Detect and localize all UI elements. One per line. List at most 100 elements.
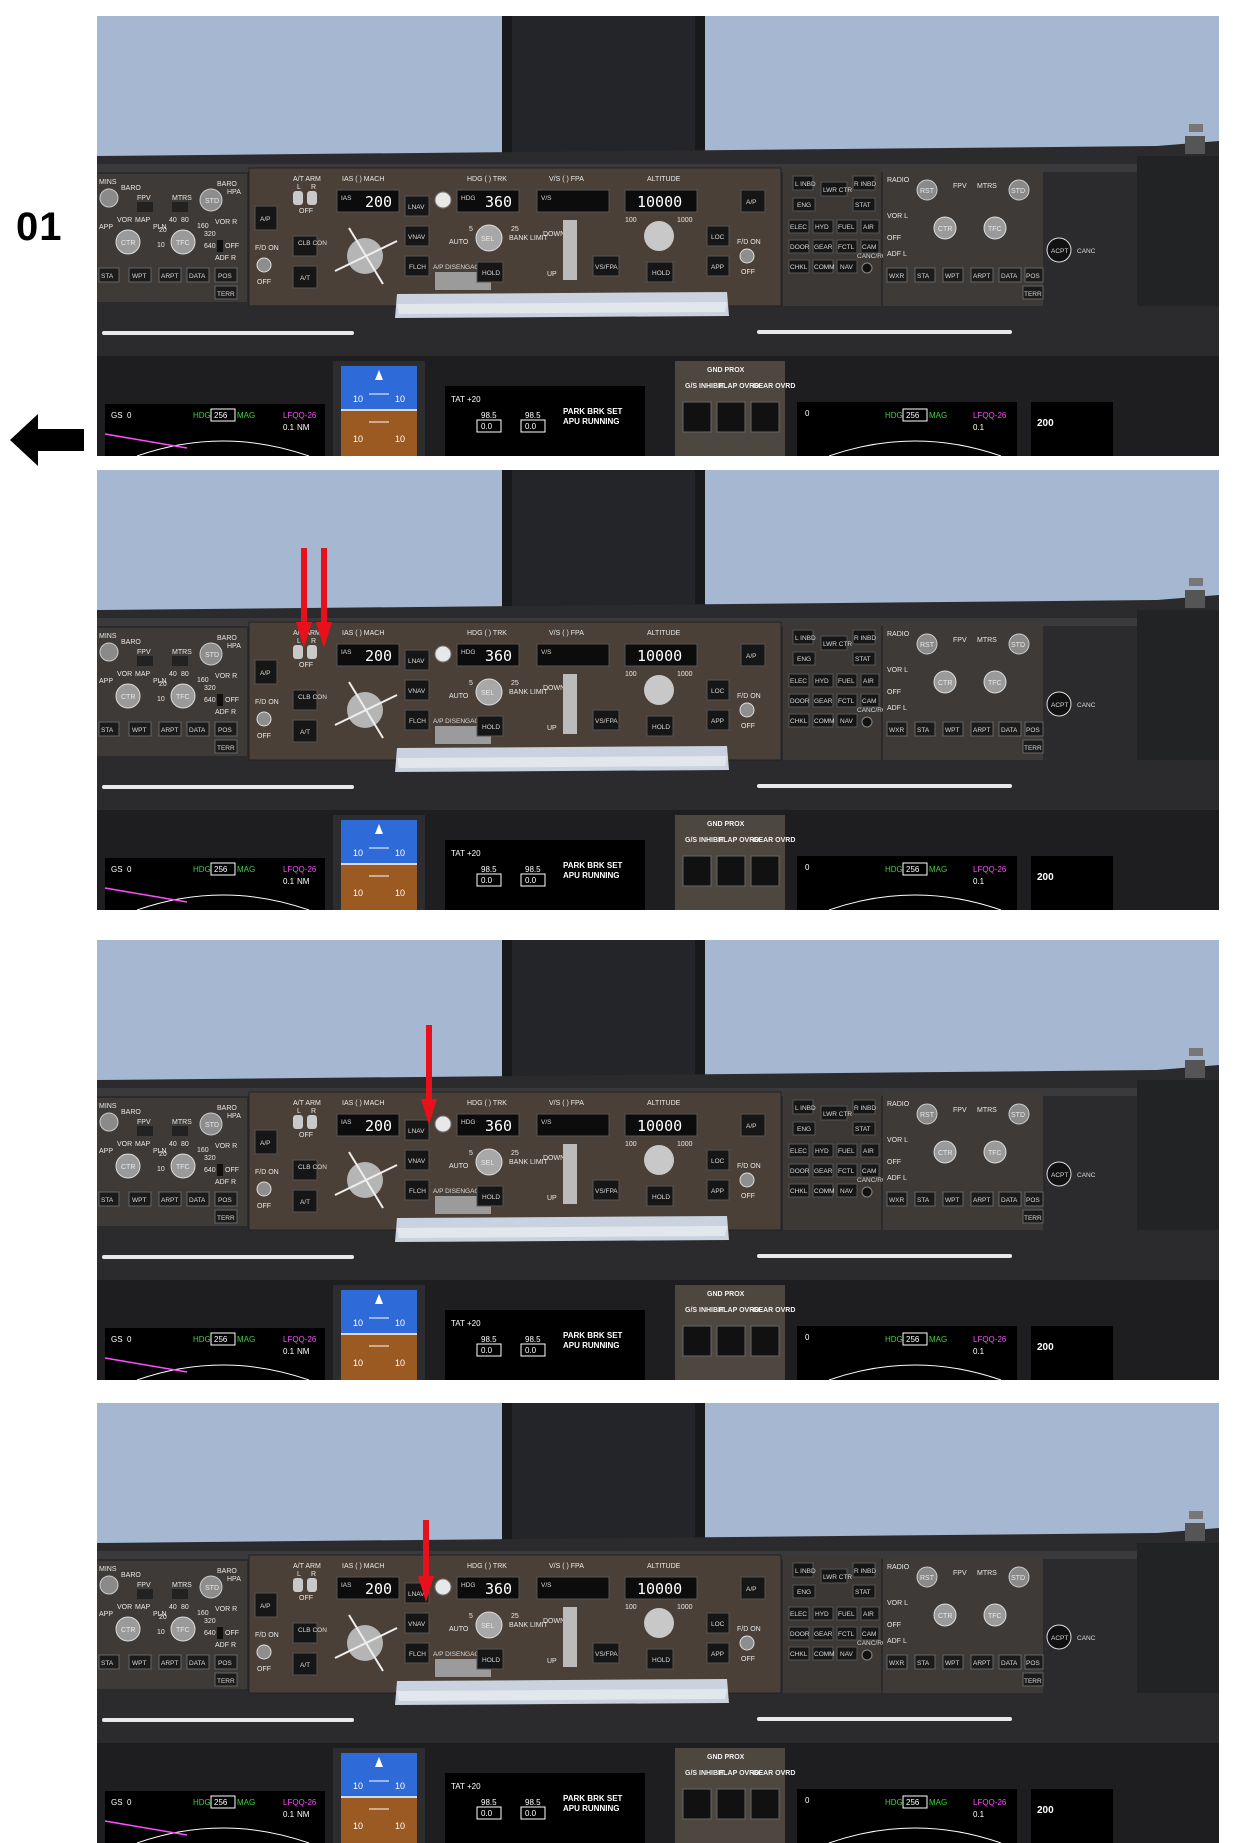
panel-label: HDG — [885, 411, 903, 420]
panel-label: VOR — [117, 671, 132, 678]
fd-switch-right[interactable] — [739, 702, 755, 718]
panel-label: 10 — [395, 848, 405, 858]
panel-label: NAV — [840, 1188, 854, 1195]
vs-thumbwheel[interactable] — [563, 220, 577, 280]
at-arm-switch-left[interactable] — [293, 191, 303, 205]
gs-inhibit-switch[interactable] — [682, 401, 712, 433]
at-arm-switch-left[interactable] — [293, 1578, 303, 1592]
panel-label: CANC — [1077, 248, 1096, 255]
flap-ovrd-switch[interactable] — [716, 1325, 746, 1357]
primary-flight-display: 10 10 10 10 — [333, 1748, 425, 1843]
panel-label: FPV — [953, 1570, 967, 1577]
at-arm-switch-left[interactable] — [293, 1115, 303, 1129]
mode-control-panel: A/P F/D ON OFF A/T ARM L R OFF CLB CON A… — [248, 167, 782, 307]
panel-label: CHKL — [790, 264, 808, 271]
panel-label: 20 — [159, 681, 167, 688]
at-arm-switch-right[interactable] — [307, 1115, 317, 1129]
panel-label: NM — [297, 877, 310, 886]
panel-label: WXR — [889, 273, 904, 280]
panel-label: V/S — [541, 649, 552, 656]
panel-label: VOR L — [887, 1600, 908, 1607]
back-arrow-icon[interactable] — [10, 412, 84, 468]
flap-ovrd-switch[interactable] — [716, 855, 746, 887]
gear-ovrd-switch[interactable] — [750, 1325, 780, 1357]
efis-control-panel-left: MINS BARO BARO HPA FPV MTRS STD APP VOR … — [97, 174, 247, 302]
fd-switch-right[interactable] — [739, 248, 755, 264]
gs-inhibit-switch[interactable] — [682, 1788, 712, 1820]
panel-label: RADIO — [887, 631, 910, 638]
panel-label: 10 — [353, 1781, 363, 1791]
altitude-selector-knob[interactable] — [644, 675, 674, 705]
fd-switch-left[interactable] — [256, 257, 272, 273]
panel-label: A/P — [260, 1140, 270, 1147]
panel-label: STA — [917, 1197, 930, 1204]
panel-label: 1000 — [677, 217, 693, 224]
panel-label: HDG — [193, 411, 211, 420]
fd-switch-right[interactable] — [739, 1635, 755, 1651]
panel-label: MTRS — [977, 637, 997, 644]
panel-label: DATA — [189, 273, 206, 280]
altitude-selector-knob[interactable] — [644, 1608, 674, 1638]
altitude-selector-knob[interactable] — [644, 1145, 674, 1175]
fd-switch-left[interactable] — [256, 1644, 272, 1660]
panel-label: TERR — [217, 291, 235, 298]
panel-label: CLB CON — [298, 1627, 327, 1634]
gear-ovrd-switch[interactable] — [750, 855, 780, 887]
panel-label: POS — [218, 1660, 232, 1667]
panel-label: ACPT — [1051, 248, 1068, 255]
panel-label: HOLD — [482, 1657, 500, 1664]
display-select-panel: L INBD LWR CTR R INBD ENG STAT ELEC HYD … — [783, 1555, 891, 1693]
flap-ovrd-switch[interactable] — [716, 1788, 746, 1820]
panel-label: FCTL — [838, 1631, 855, 1638]
panel-label: FLCH — [409, 718, 426, 725]
panel-label: TAT +20 — [451, 1782, 481, 1791]
panel-label: 10 — [395, 1821, 405, 1831]
panel-label: OFF — [257, 1666, 271, 1673]
panel-label: L — [297, 184, 301, 191]
gear-ovrd-switch[interactable] — [750, 1788, 780, 1820]
vs-thumbwheel[interactable] — [563, 674, 577, 734]
panel-label: WPT — [132, 727, 146, 734]
window-frame — [505, 16, 700, 156]
at-arm-switch-right[interactable] — [307, 1578, 317, 1592]
vs-thumbwheel[interactable] — [563, 1144, 577, 1204]
primary-flight-display: 10 10 10 10 — [333, 1285, 425, 1380]
panel-label: IAS ( ) MACH — [342, 176, 384, 183]
panel-label: GS — [111, 411, 123, 420]
panel-label: DOOR — [790, 1631, 810, 1638]
panel-label: FPV — [137, 1119, 151, 1126]
panel-label: FPV — [953, 637, 967, 644]
panel-label: HDG ( ) TRK — [467, 176, 507, 183]
altitude-selector-knob[interactable] — [644, 221, 674, 251]
panel-label: A/T — [300, 1199, 310, 1206]
panel-label: 0 — [805, 863, 810, 872]
gs-inhibit-switch[interactable] — [682, 1325, 712, 1357]
ap-annunciator-light — [434, 645, 452, 663]
fd-switch-left[interactable] — [256, 1181, 272, 1197]
gs-inhibit-switch[interactable] — [682, 855, 712, 887]
step-2-screenshot: MINS BARO BARO HPA FPV MTRS STD APP VOR … — [97, 470, 1219, 910]
panel-label: 256 — [214, 1798, 228, 1807]
panel-label: LFQQ-26 — [973, 411, 1007, 420]
panel-label: HPA — [227, 189, 241, 196]
panel-label: L — [297, 1108, 301, 1115]
gear-ovrd-switch[interactable] — [750, 401, 780, 433]
panel-label: STA — [917, 1660, 930, 1667]
navigation-display-right: 0 HDG 256 MAG LFQQ-26 0.1 — [797, 402, 1017, 456]
fd-switch-right[interactable] — [739, 1172, 755, 1188]
vs-thumbwheel[interactable] — [563, 1607, 577, 1667]
panel-label: DATA — [1001, 273, 1018, 280]
fd-switch-left[interactable] — [256, 711, 272, 727]
panel-label: ARPT — [973, 1197, 990, 1204]
panel-label: CANC — [1077, 1172, 1096, 1179]
annotation-arrow-vnav — [418, 1520, 434, 1602]
flap-ovrd-switch[interactable] — [716, 401, 746, 433]
panel-label: LNAV — [408, 658, 425, 665]
panel-label: 80 — [181, 671, 189, 678]
panel-label: NM — [297, 423, 310, 432]
at-arm-switch-right[interactable] — [307, 191, 317, 205]
panel-label: VOR R — [215, 1606, 237, 1613]
panel-label: F/D ON — [255, 1632, 279, 1639]
panel-label: FPV — [953, 183, 967, 190]
navigation-display-left: GS 0 HDG 256 MAG LFQQ-26 0.1 NM — [104, 858, 325, 910]
